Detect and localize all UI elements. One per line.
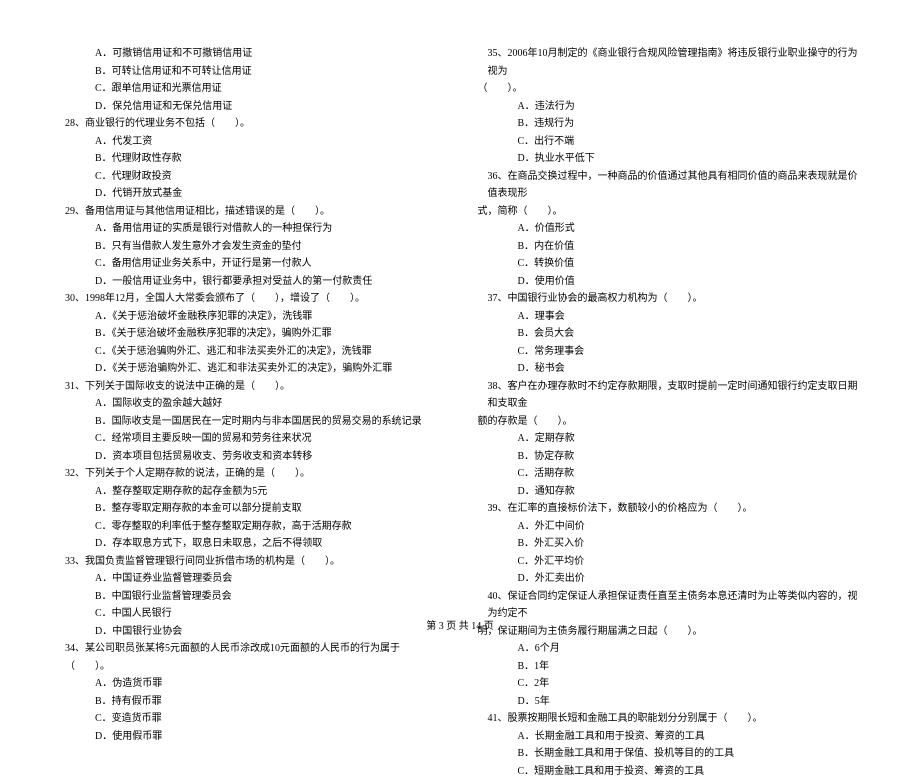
page-footer: 第 3 页 共 14 页 (0, 617, 920, 632)
option-text: D．一般信用证业务中，银行都要承担对受益人的第一付款责任 (55, 273, 443, 291)
question-text: 31、下列关于国际收支的说法中正确的是（ ）。 (55, 378, 443, 396)
option-text: C．出行不端 (478, 133, 866, 151)
option-text: A．伪造货币罪 (55, 675, 443, 693)
option-text: D．通知存款 (478, 483, 866, 501)
option-text: D．《关于惩治骗购外汇、逃汇和非法买卖外汇的决定》，骗购外汇罪 (55, 360, 443, 378)
option-text: A．可撤销信用证和不可撤销信用证 (55, 45, 443, 63)
option-text: A．代发工资 (55, 133, 443, 151)
option-text: B．代理财政性存款 (55, 150, 443, 168)
option-text: D．秘书会 (478, 360, 866, 378)
question-continuation: 额的存款是（ ）。 (478, 413, 866, 431)
option-text: B．只有当借款人发生意外才会发生资金的垫付 (55, 238, 443, 256)
option-text: A．6个月 (478, 640, 866, 658)
option-text: C．零存整取的利率低于整存整取定期存款，高于活期存款 (55, 518, 443, 536)
option-text: A．违法行为 (478, 98, 866, 116)
question-text: 41、股票按期限长短和金融工具的职能划分分别属于（ ）。 (478, 710, 866, 728)
option-text: B．内在价值 (478, 238, 866, 256)
question-continuation: 式，简称（ ）。 (478, 203, 866, 221)
option-text: A．长期金融工具和用于投资、筹资的工具 (478, 728, 866, 746)
option-text: C．转换价值 (478, 255, 866, 273)
option-text: A．整存整取定期存款的起存金额为5元 (55, 483, 443, 501)
option-text: B．持有假币罪 (55, 693, 443, 711)
option-text: C．经常项目主要反映一国的贸易和劳务往来状况 (55, 430, 443, 448)
option-text: D．保兑信用证和无保兑信用证 (55, 98, 443, 116)
option-text: A．中国证券业监督管理委员会 (55, 570, 443, 588)
option-text: C．2年 (478, 675, 866, 693)
option-text: B．长期金融工具和用于保值、投机等目的的工具 (478, 745, 866, 763)
option-text: B．可转让信用证和不可转让信用证 (55, 63, 443, 81)
option-text: C．《关于惩治骗购外汇、逃汇和非法买卖外汇的决定》，洗钱罪 (55, 343, 443, 361)
question-text: 35、2006年10月制定的《商业银行合规风险管理指南》将违反银行业职业操守的行… (478, 45, 866, 80)
option-text: C．常务理事会 (478, 343, 866, 361)
option-text: D．执业水平低下 (478, 150, 866, 168)
option-text: B．会员大会 (478, 325, 866, 343)
option-text: B．整存零取定期存款的本金可以部分提前支取 (55, 500, 443, 518)
option-text: D．5年 (478, 693, 866, 711)
question-text: 38、客户在办理存款时不约定存款期限，支取时提前一定时间通知银行约定支取日期和支… (478, 378, 866, 413)
option-text: B．违规行为 (478, 115, 866, 133)
question-continuation: （ ）。 (478, 80, 866, 98)
option-text: A．备用信用证的实质是银行对借款人的一种担保行为 (55, 220, 443, 238)
option-text: D．外汇卖出价 (478, 570, 866, 588)
option-text: B．1年 (478, 658, 866, 676)
option-text: D．代销开放式基金 (55, 185, 443, 203)
question-text: 37、中国银行业协会的最高权力机构为（ ）。 (478, 290, 866, 308)
option-text: A．外汇中间价 (478, 518, 866, 536)
question-text: 28、商业银行的代理业务不包括（ ）。 (55, 115, 443, 133)
option-text: C．活期存款 (478, 465, 866, 483)
option-text: D．使用假币罪 (55, 728, 443, 746)
option-text: B．协定存款 (478, 448, 866, 466)
left-column: A．可撤销信用证和不可撤销信用证 B．可转让信用证和不可转让信用证 C．跟单信用… (55, 45, 443, 780)
question-text: 30、1998年12月，全国人大常委会颁布了（ ），增设了（ ）。 (55, 290, 443, 308)
option-text: C．短期金融工具和用于投资、筹资的工具 (478, 763, 866, 780)
option-text: A．定期存款 (478, 430, 866, 448)
option-text: B．《关于惩治破坏金融秩序犯罪的决定》，骗购外汇罪 (55, 325, 443, 343)
option-text: A．理事会 (478, 308, 866, 326)
question-text: 34、某公司职员张某将5元面额的人民币涂改成10元面额的人民币的行为属于（ ）。 (55, 640, 443, 675)
option-text: D．资本项目包括贸易收支、劳务收支和资本转移 (55, 448, 443, 466)
question-text: 33、我国负责监督管理银行间同业拆借市场的机构是（ ）。 (55, 553, 443, 571)
option-text: C．代理财政投资 (55, 168, 443, 186)
two-column-layout: A．可撤销信用证和不可撤销信用证 B．可转让信用证和不可转让信用证 C．跟单信用… (55, 45, 865, 780)
option-text: B．中国银行业监督管理委员会 (55, 588, 443, 606)
option-text: A．价值形式 (478, 220, 866, 238)
option-text: B．外汇买入价 (478, 535, 866, 553)
question-text: 32、下列关于个人定期存款的说法，正确的是（ ）。 (55, 465, 443, 483)
option-text: C．跟单信用证和光票信用证 (55, 80, 443, 98)
option-text: C．变造货币罪 (55, 710, 443, 728)
option-text: A．国际收支的盈余越大越好 (55, 395, 443, 413)
option-text: D．存本取息方式下，取息日未取息，之后不得领取 (55, 535, 443, 553)
right-column: 35、2006年10月制定的《商业银行合规风险管理指南》将违反银行业职业操守的行… (478, 45, 866, 780)
option-text: A．《关于惩治破坏金融秩序犯罪的决定》，洗钱罪 (55, 308, 443, 326)
question-text: 39、在汇率的直接标价法下，数额较小的价格应为（ ）。 (478, 500, 866, 518)
question-text: 29、备用信用证与其他信用证相比，描述错误的是（ ）。 (55, 203, 443, 221)
option-text: B．国际收支是一国居民在一定时期内与非本国居民的贸易交易的系统记录 (55, 413, 443, 431)
option-text: C．备用信用证业务关系中，开证行是第一付款人 (55, 255, 443, 273)
question-text: 36、在商品交换过程中，一种商品的价值通过其他具有相同价值的商品来表现就是价值表… (478, 168, 866, 203)
option-text: C．外汇平均价 (478, 553, 866, 571)
option-text: D．使用价值 (478, 273, 866, 291)
